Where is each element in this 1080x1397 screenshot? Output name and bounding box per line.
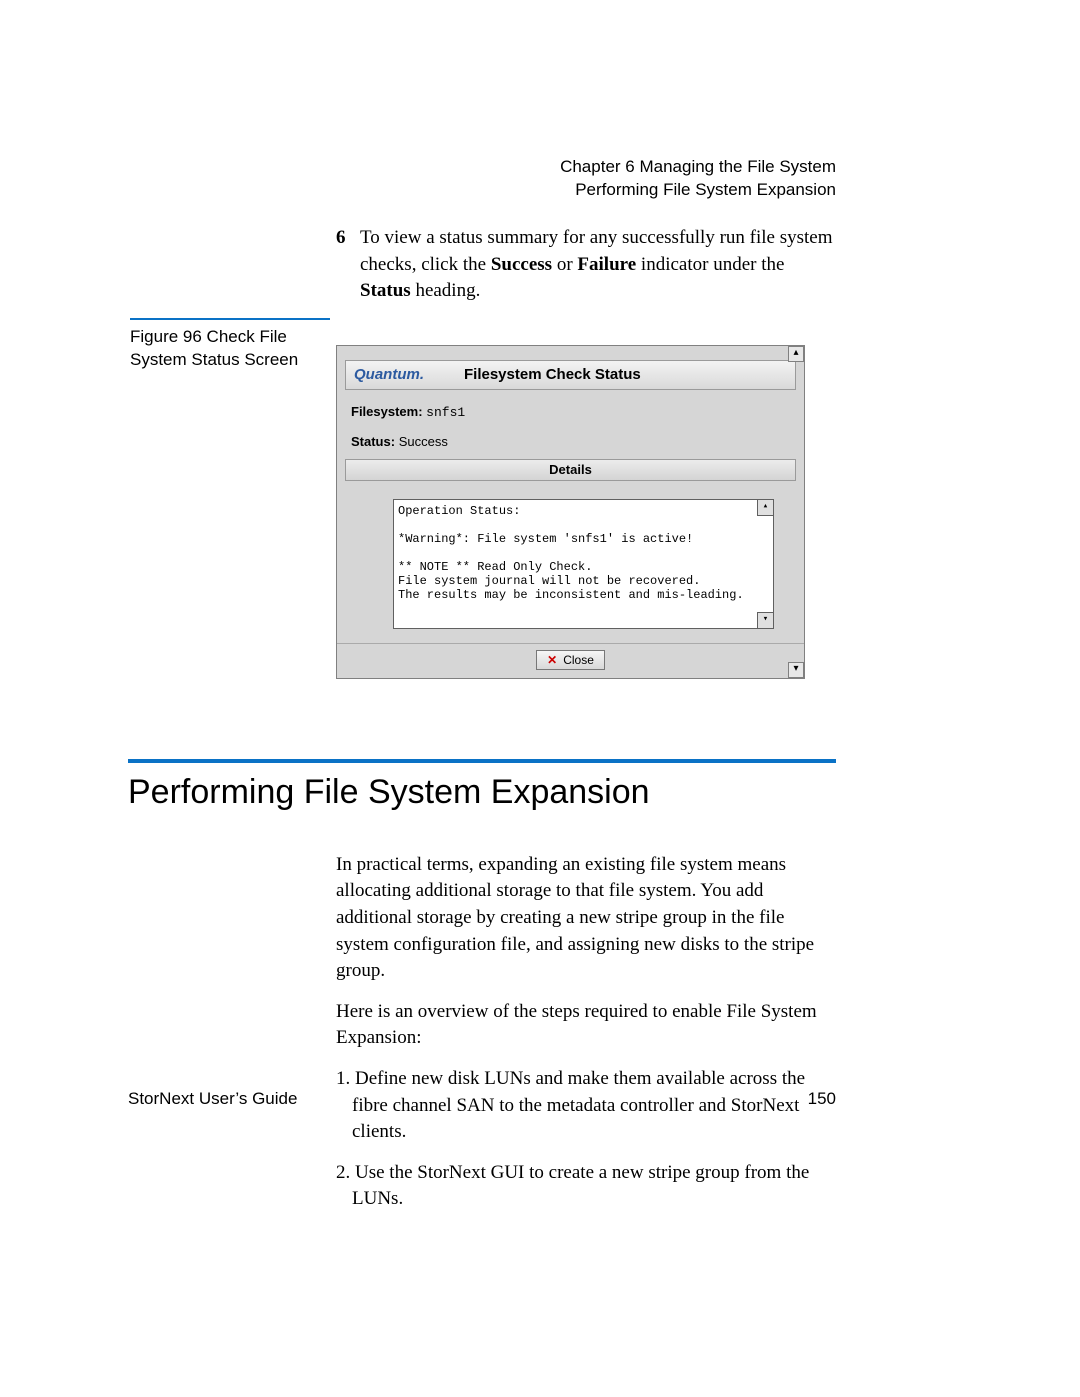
section-line: Performing File System Expansion [560, 179, 836, 202]
dialog-titlebar: Quantum. Filesystem Check Status [345, 360, 796, 390]
brand-logo: Quantum. [354, 366, 424, 383]
outer-scroll-up-icon[interactable]: ▴ [788, 346, 804, 362]
figure-label: Figure 96 Check File System Status Scree… [130, 327, 298, 369]
dialog-screenshot: ▴ ▾ Quantum. Filesystem Check Status Fil… [336, 345, 805, 679]
details-text: Operation Status: *Warning*: File system… [398, 504, 744, 602]
section-rule [128, 759, 836, 763]
footer-page-number: 150 [808, 1089, 836, 1109]
filesystem-label: Filesystem: [351, 404, 423, 419]
step-number: 6 [336, 225, 360, 305]
chapter-line: Chapter 6 Managing the File System [560, 156, 836, 179]
details-scroll-down-icon[interactable]: ▾ [757, 612, 773, 628]
status-label: Status: [351, 434, 395, 449]
close-icon: ✕ [547, 653, 557, 667]
step-6: 6 To view a status summary for any succe… [336, 225, 836, 305]
page-header: Chapter 6 Managing the File System Perfo… [560, 156, 836, 202]
list-item-2: 2. Use the StorNext GUI to create a new … [336, 1160, 836, 1213]
caption-rule [130, 318, 330, 320]
details-textarea[interactable]: Operation Status: *Warning*: File system… [393, 499, 774, 629]
close-label: Close [563, 653, 594, 667]
section-heading: Performing File System Expansion [128, 773, 836, 812]
dialog-footer: ✕ Close [337, 643, 804, 678]
paragraph-2: Here is an overview of the steps require… [336, 999, 836, 1052]
footer-left: StorNext User’s Guide [128, 1089, 297, 1109]
figure-caption: Figure 96 Check File System Status Scree… [130, 318, 330, 372]
step-text: To view a status summary for any success… [360, 225, 836, 305]
filesystem-row: Filesystem: snfs1 [351, 404, 790, 420]
status-value: Success [399, 434, 448, 449]
status-row: Status: Success [351, 434, 790, 449]
details-scroll-up-icon[interactable]: ▴ [757, 500, 773, 516]
details-header: Details [345, 459, 796, 481]
dialog-title: Filesystem Check Status [464, 366, 641, 383]
outer-scroll-down-icon[interactable]: ▾ [788, 662, 804, 678]
section-body: In practical terms, expanding an existin… [336, 852, 836, 1213]
paragraph-1: In practical terms, expanding an existin… [336, 852, 836, 985]
close-button[interactable]: ✕ Close [536, 650, 605, 670]
page-footer: StorNext User’s Guide 150 [128, 1089, 836, 1109]
filesystem-value: snfs1 [426, 405, 465, 420]
